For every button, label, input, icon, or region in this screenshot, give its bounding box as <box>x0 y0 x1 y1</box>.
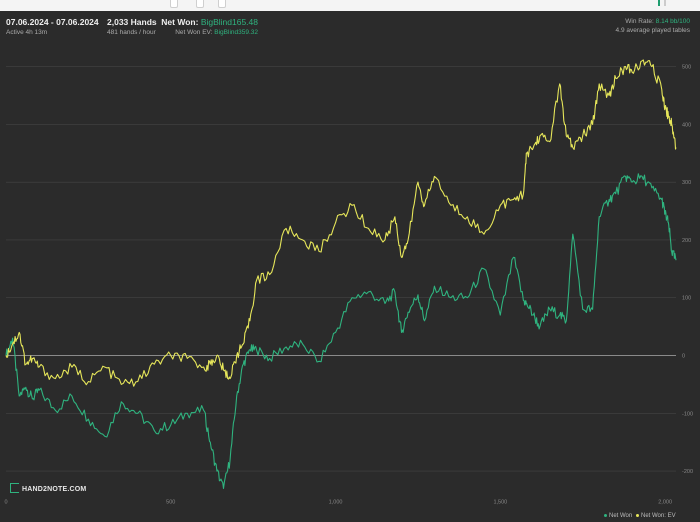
legend-item-net-won: Net Won <box>604 513 632 519</box>
y-tick-label: 0 <box>682 354 685 360</box>
legend-dot-icon <box>636 513 639 517</box>
series-line-net-won-ev <box>5 59 677 387</box>
legend-item-net-won-ev: Net Won: EV <box>636 513 676 519</box>
win-rate-label: Win Rate: <box>625 18 654 25</box>
date-range-block: 07.06.2024 - 07.06.2024 Active 4h 13m <box>6 17 99 36</box>
net-won-ev-label: Net Won EV: <box>175 29 213 36</box>
top-toolbar <box>0 0 700 11</box>
y-tick-label: 400 <box>682 122 691 128</box>
y-tick-label: 100 <box>682 296 691 302</box>
logo-text: HAND2NOTE.COM <box>22 485 87 493</box>
stats-header: 07.06.2024 - 07.06.2024 Active 4h 13m 2,… <box>0 11 700 55</box>
hand2note-logo: HAND2NOTE.COM <box>10 483 87 494</box>
active-time: Active 4h 13m <box>6 29 48 36</box>
legend-label: Net Won: EV <box>641 513 676 519</box>
toolbar-button[interactable] <box>196 0 204 8</box>
net-won-ev-value: BigBlind359.32 <box>214 29 258 36</box>
win-rate-value: 8.14 bb/100 <box>655 18 690 25</box>
series-line-net-won <box>5 173 677 489</box>
y-tick-label: -100 <box>682 411 693 417</box>
legend-dot-icon <box>604 513 607 517</box>
profit-chart: 500 400 300 200 100 0 -100 -200 0 500 1,000 1,500 2,… <box>4 59 693 506</box>
toolbar-button[interactable] <box>170 0 178 8</box>
x-tick-label: 1,000 <box>329 500 343 506</box>
x-tick-label: 1,500 <box>493 500 507 506</box>
date-range: 07.06.2024 - 07.06.2024 <box>6 17 99 27</box>
hands-block: 2,033 Hands 481 hands / hour <box>107 17 157 36</box>
y-tick-label: 500 <box>682 65 691 71</box>
hands-per-hour: 481 hands / hour <box>107 29 156 36</box>
toolbar-button[interactable] <box>218 0 226 8</box>
y-tick-label: 200 <box>682 238 691 244</box>
logo-mark-icon <box>10 483 19 493</box>
legend-label: Net Won <box>609 513 633 519</box>
y-tick-label: 300 <box>682 180 691 186</box>
win-rate-block: Win Rate: 8.14 bb/100 4.9 average played… <box>616 18 690 34</box>
x-tick-label: 500 <box>166 500 175 506</box>
toolbar-accent <box>664 0 666 6</box>
x-tick-label: 2,000 <box>658 500 672 506</box>
hands-count: 2,033 Hands <box>107 17 157 27</box>
net-won-block: Net Won: BigBlind165.48 Net Won EV: BigB… <box>161 17 258 36</box>
y-tick-label: -200 <box>682 469 693 475</box>
toolbar-accent <box>658 0 660 6</box>
net-won-label: Net Won: <box>161 17 199 27</box>
x-tick-label: 0 <box>4 500 7 506</box>
net-won-value: BigBlind165.48 <box>200 17 258 27</box>
average-tables: 4.9 average played tables <box>615 27 690 34</box>
